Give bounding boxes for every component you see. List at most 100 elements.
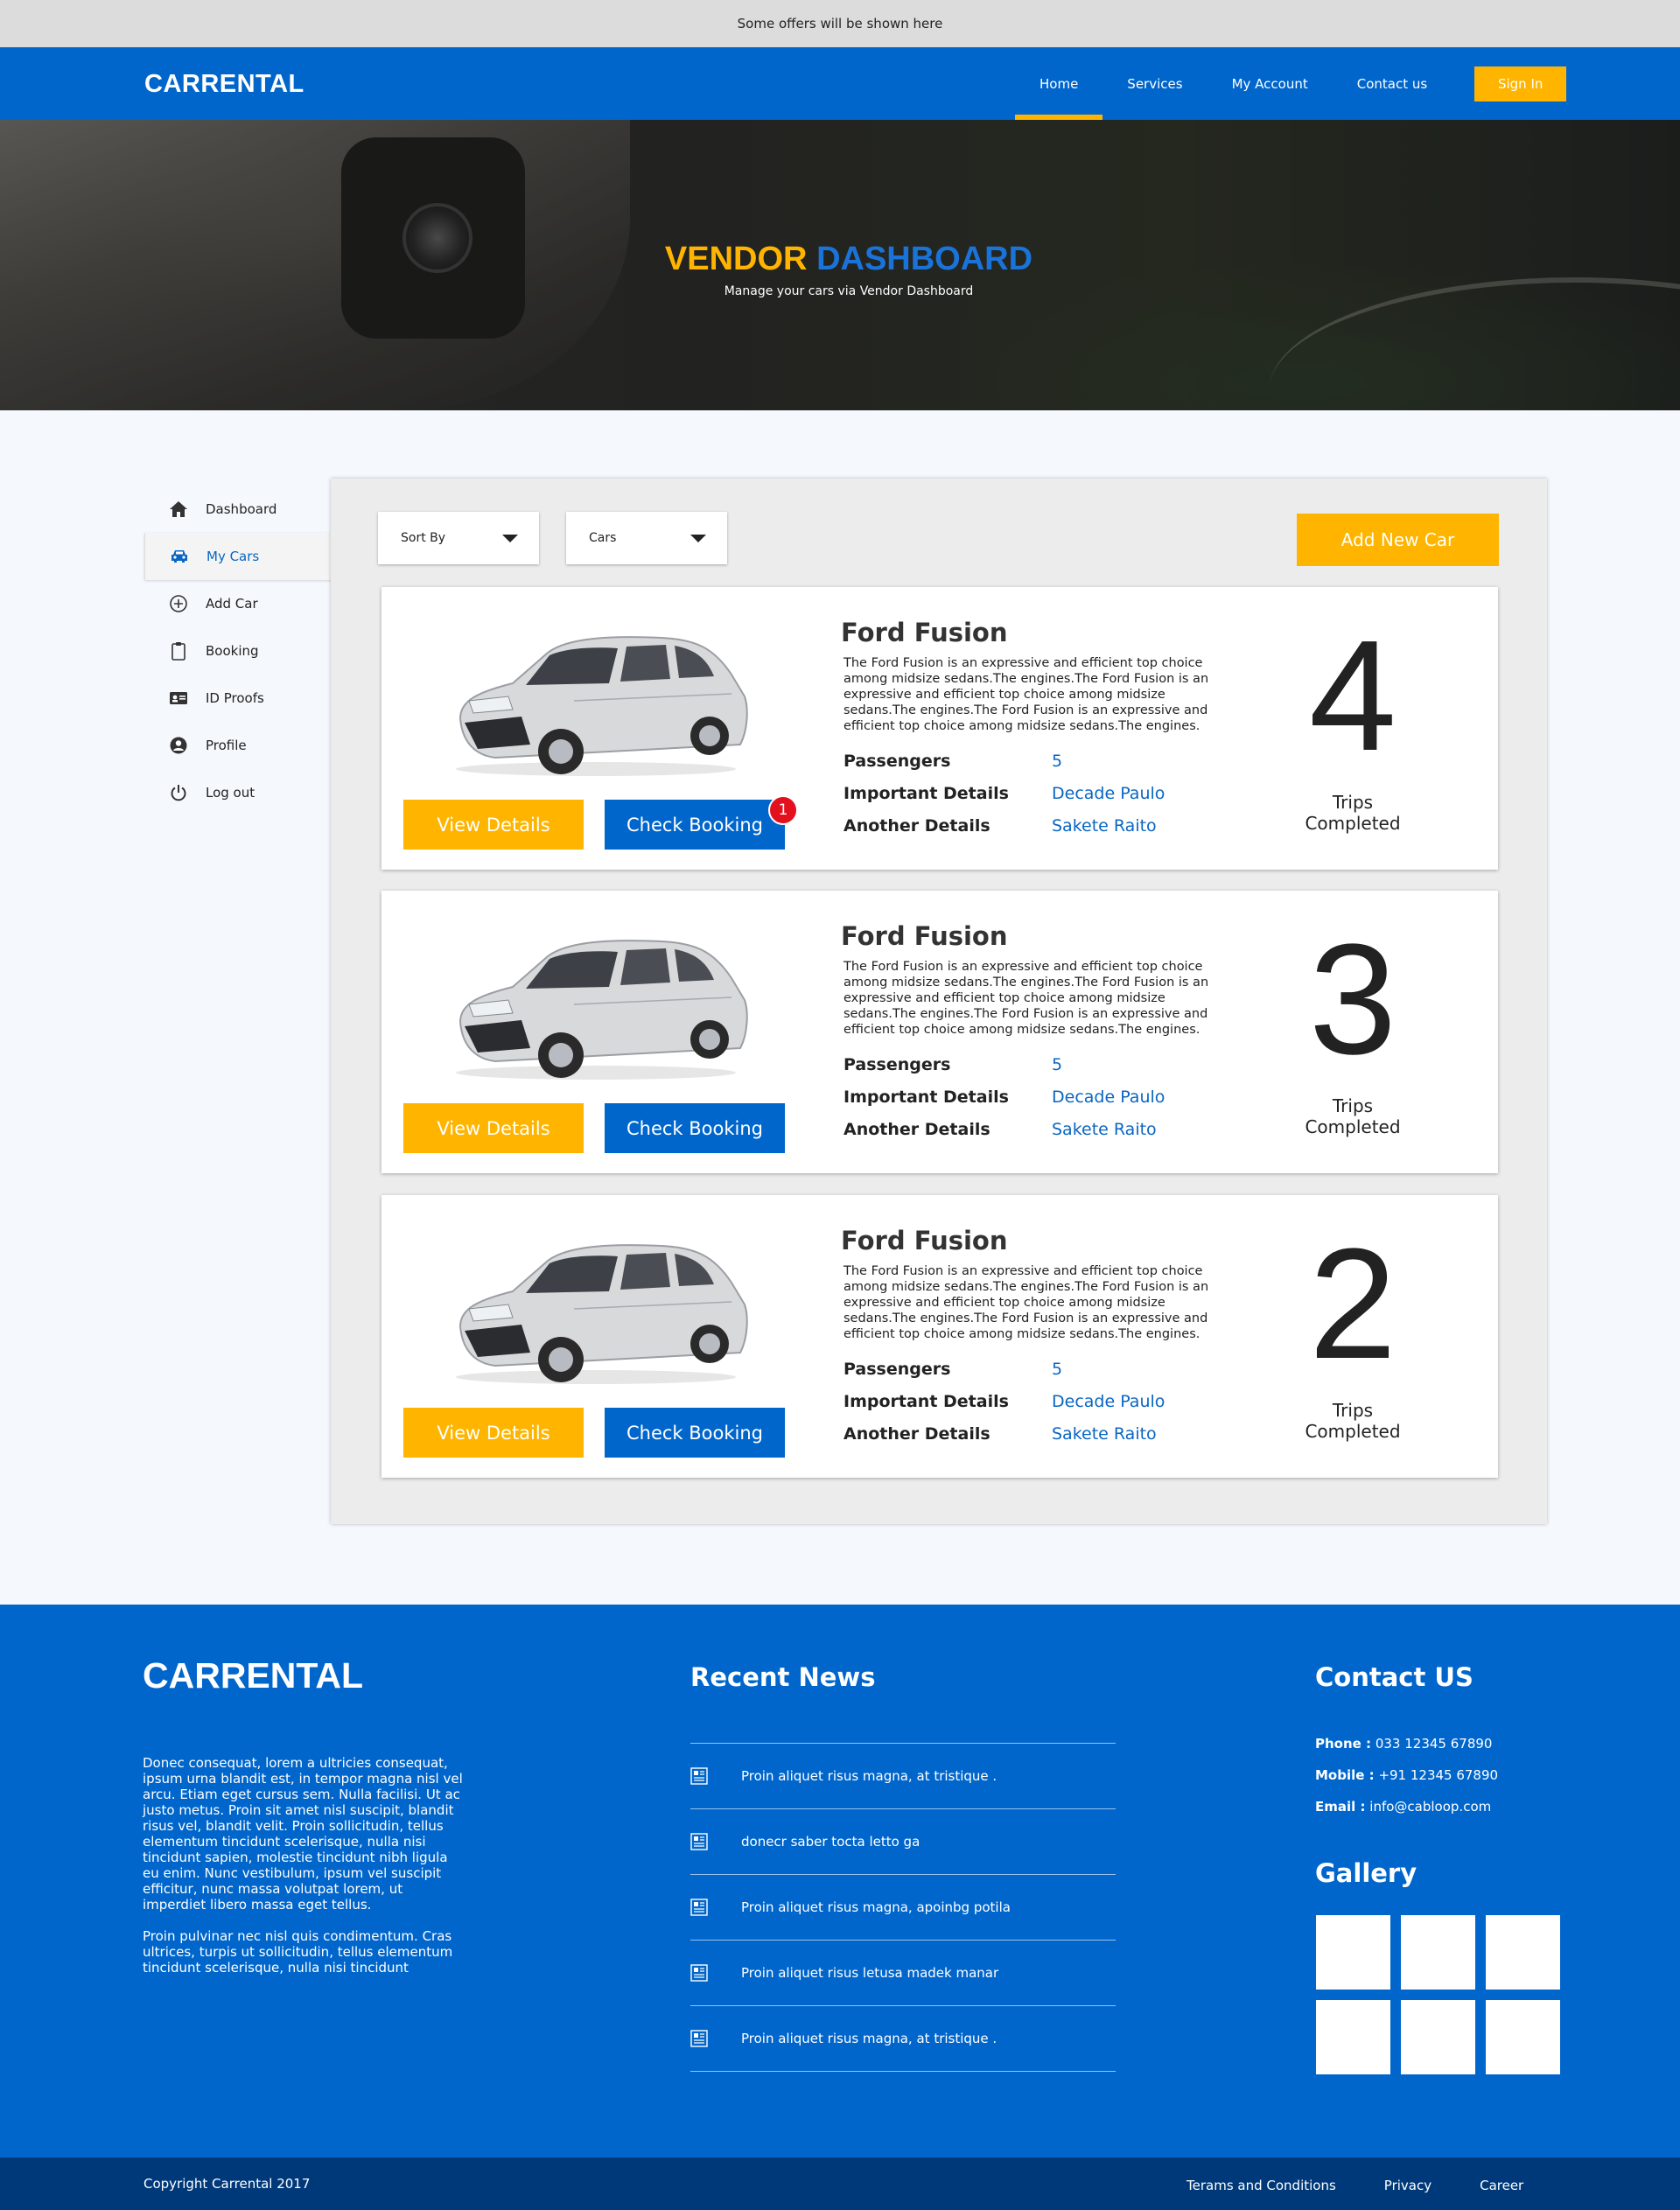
car-card: View Details Check Booking Ford Fusion T…	[382, 1195, 1498, 1478]
footer-about-paragraph: Donec consequat, lorem a ultricies conse…	[143, 1755, 463, 1913]
spec-label: Important Details	[844, 1088, 1009, 1107]
recent-news-title: Recent News	[690, 1662, 876, 1692]
user-circle-icon	[169, 736, 188, 755]
offer-bar: Some offers will be shown here	[0, 0, 1680, 47]
gallery-grid	[1316, 1915, 1560, 2074]
gallery-thumbnail[interactable]	[1486, 2000, 1560, 2074]
sort-by-label: Sort By	[401, 531, 446, 545]
news-item[interactable]: Proin aliquet risus magna, apoinbg potil…	[690, 1875, 1116, 1941]
gallery-thumbnail[interactable]	[1316, 2000, 1390, 2074]
view-details-button[interactable]: View Details	[403, 1103, 584, 1153]
newspaper-icon	[690, 1899, 708, 1916]
contact-email-label: Email :	[1315, 1799, 1366, 1815]
contact-phone-value[interactable]: 033 12345 67890	[1376, 1736, 1493, 1752]
nav-home[interactable]: Home	[1015, 47, 1103, 120]
sort-by-dropdown[interactable]: Sort By	[378, 512, 539, 564]
view-details-button[interactable]: View Details	[403, 800, 584, 850]
privacy-link[interactable]: Privacy	[1384, 2178, 1432, 2193]
nav-services[interactable]: Services	[1102, 47, 1207, 120]
gallery-thumbnail[interactable]	[1401, 1915, 1475, 1990]
news-item-text: Proin aliquet risus magna, at tristique …	[741, 2031, 998, 2046]
spec-label: Another Details	[844, 816, 990, 836]
sidebar-item-add-car[interactable]: Add Car	[144, 580, 332, 627]
spec-value: Sakete Raito	[1052, 816, 1157, 836]
contact-mobile-label: Mobile :	[1315, 1767, 1375, 1783]
car-filter-dropdown[interactable]: Cars	[566, 512, 727, 564]
sidebar-item-label: Dashboard	[206, 501, 277, 517]
newspaper-icon	[690, 1833, 708, 1850]
spec-value: Sakete Raito	[1052, 1424, 1157, 1444]
news-item[interactable]: Proin aliquet risus magna, at tristique …	[690, 2006, 1116, 2072]
car-filter-label: Cars	[589, 531, 617, 545]
newspaper-icon	[690, 1964, 708, 1982]
home-icon	[169, 500, 188, 519]
spec-label: Passengers	[844, 1055, 951, 1074]
sidebar-item-dashboard[interactable]: Dashboard	[144, 486, 332, 533]
check-booking-button[interactable]: Check Booking	[605, 800, 785, 850]
career-link[interactable]: Career	[1480, 2178, 1523, 2193]
copyright-text: Copyright Carrental 2017	[144, 2176, 311, 2192]
sign-in-button[interactable]: Sign In	[1474, 66, 1567, 101]
view-details-button[interactable]: View Details	[403, 1408, 584, 1458]
sidebar-item-booking[interactable]: Booking	[144, 627, 332, 675]
terms-link[interactable]: Terams and Conditions	[1186, 2178, 1336, 2193]
news-item-text: Proin aliquet risus magna, apoinbg potil…	[741, 1899, 1011, 1915]
footer-about: Donec consequat, lorem a ultricies conse…	[143, 1755, 466, 1976]
footer-about-paragraph: Proin pulvinar nec nisl quis condimentum…	[143, 1928, 453, 1976]
contact-mobile: Mobile : +91 12345 67890	[1315, 1767, 1498, 1799]
sidebar-item-log-out[interactable]: Log out	[144, 769, 332, 816]
sidebar-item-label: Profile	[206, 738, 247, 753]
contact-phone-label: Phone :	[1315, 1736, 1372, 1752]
car-description: The Ford Fusion is an expressive and eff…	[844, 960, 1209, 1037]
hero-banner: VENDOR DASHBOARD Manage your cars via Ve…	[0, 120, 1680, 410]
site-footer: CARRENTAL Donec consequat, lorem a ultri…	[0, 1605, 1680, 2158]
gallery-thumbnail[interactable]	[1316, 1915, 1390, 1990]
spec-label: Passengers	[844, 752, 951, 771]
check-booking-button[interactable]: Check Booking	[605, 1408, 785, 1458]
car-card: View Details Check Booking 1 Ford Fusion…	[382, 587, 1498, 870]
vendor-sidebar: Dashboard My Cars Add Car Booking ID Pro…	[144, 486, 332, 816]
footer-logo[interactable]: CARRENTAL	[143, 1655, 363, 1696]
car-icon	[170, 547, 189, 566]
trips-completed-count: 4	[1308, 608, 1397, 784]
trips-completed-count: 2	[1308, 1216, 1397, 1392]
sidebar-item-id-proofs[interactable]: ID Proofs	[144, 675, 332, 722]
site-logo[interactable]: CARRENTAL	[144, 70, 304, 99]
booking-notification-badge: 1	[768, 795, 798, 825]
news-item[interactable]: donecr saber tocta letto ga	[690, 1809, 1116, 1875]
news-item-text: donecr saber tocta letto ga	[741, 1834, 920, 1850]
spec-value: 5	[1052, 1055, 1063, 1074]
sidebar-item-profile[interactable]: Profile	[144, 722, 332, 769]
id-card-icon	[169, 689, 188, 708]
car-card: View Details Check Booking Ford Fusion T…	[382, 891, 1498, 1173]
power-icon	[169, 783, 188, 802]
bottom-links: Terams and Conditions Privacy Career	[1186, 2178, 1572, 2193]
contact-phone: Phone : 033 12345 67890	[1315, 1736, 1498, 1767]
car-name: Ford Fusion	[841, 618, 1008, 647]
car-image	[456, 940, 748, 1080]
car-description: The Ford Fusion is an expressive and eff…	[844, 656, 1209, 733]
caret-down-icon	[502, 535, 518, 542]
contact-email-value[interactable]: info@cabloop.com	[1369, 1799, 1491, 1815]
check-booking-button[interactable]: Check Booking	[605, 1103, 785, 1153]
car-name: Ford Fusion	[841, 921, 1008, 951]
news-item[interactable]: Proin aliquet risus letusa madek manar	[690, 1941, 1116, 2006]
contact-details: Phone : 033 12345 67890 Mobile : +91 123…	[1315, 1736, 1498, 1830]
spec-label: Important Details	[844, 1392, 1009, 1411]
trips-completed-label: Trips Completed	[1305, 1095, 1401, 1137]
gallery-thumbnail[interactable]	[1486, 1915, 1560, 1990]
bottom-bar: Copyright Carrental 2017 Terams and Cond…	[0, 2158, 1680, 2210]
sidebar-item-my-cars[interactable]: My Cars	[144, 533, 332, 580]
news-item[interactable]: Proin aliquet risus magna, at tristique …	[690, 1744, 1116, 1809]
plus-circle-icon	[169, 594, 188, 613]
hero-title-vendor: VENDOR	[664, 241, 808, 277]
nav-contact-us[interactable]: Contact us	[1333, 47, 1452, 120]
nav-my-account[interactable]: My Account	[1208, 47, 1333, 120]
offer-text: Some offers will be shown here	[737, 16, 943, 31]
gallery-thumbnail[interactable]	[1401, 2000, 1475, 2074]
contact-mobile-value[interactable]: +91 12345 67890	[1378, 1767, 1498, 1783]
add-new-car-button[interactable]: Add New Car	[1297, 514, 1499, 566]
sidebar-item-label: My Cars	[206, 549, 260, 564]
spec-value: 5	[1052, 1360, 1063, 1379]
spec-label: Another Details	[844, 1120, 990, 1139]
